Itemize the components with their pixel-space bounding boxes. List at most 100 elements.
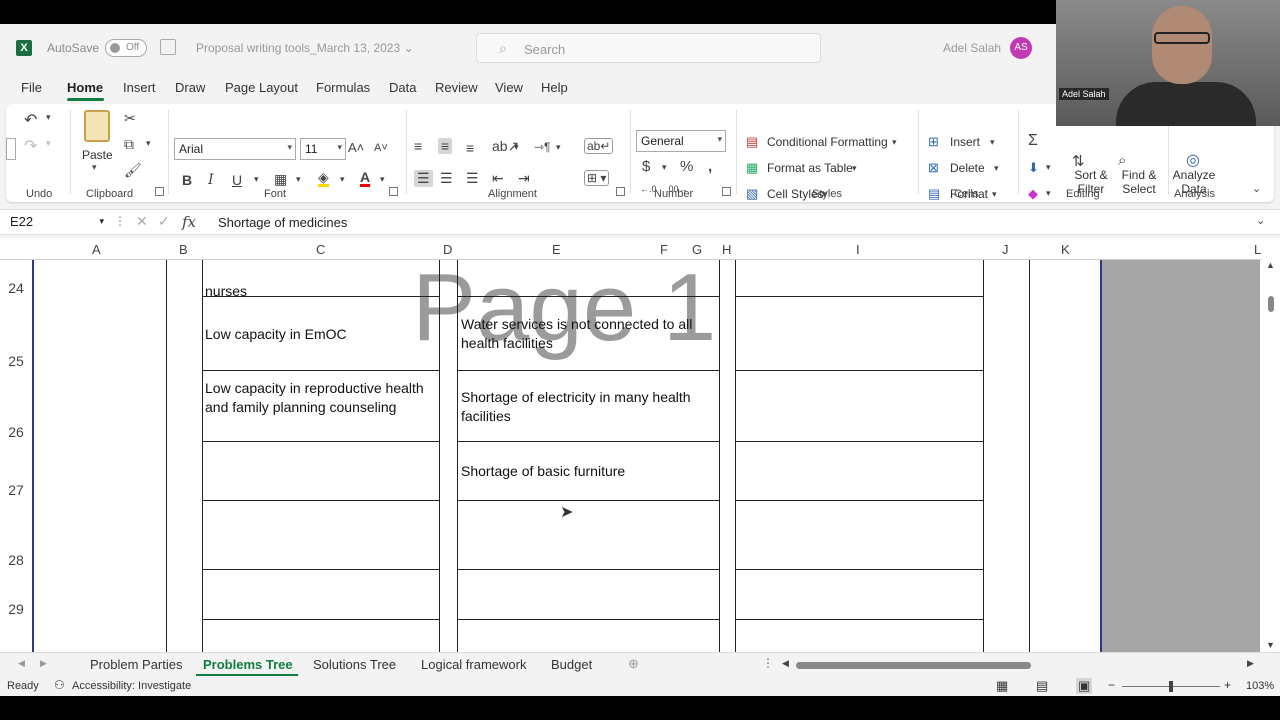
row-header-25[interactable]: 25 xyxy=(0,353,32,369)
chevron-down-icon[interactable]: ▾ xyxy=(992,189,997,200)
normal-view-icon[interactable]: ▦ xyxy=(996,678,1008,694)
align-top-icon[interactable]: ≡ xyxy=(414,138,422,154)
cut-icon[interactable]: ✂ xyxy=(124,110,136,127)
chevron-down-icon[interactable]: ▾ xyxy=(990,137,995,148)
column-header-c[interactable]: C xyxy=(316,242,325,257)
sheet-tab-solutions-tree[interactable]: Solutions Tree xyxy=(313,657,396,672)
chevron-down-icon[interactable]: ▾ xyxy=(994,163,999,174)
cell-c24[interactable]: nurses xyxy=(205,282,247,296)
increase-indent-icon[interactable]: ⇥ xyxy=(518,170,530,187)
font-size-select[interactable]: 11 ▾ xyxy=(300,138,346,160)
format-painter-icon[interactable]: 🖌 xyxy=(124,162,142,179)
horizontal-scrollbar-thumb[interactable] xyxy=(796,662,1031,669)
paste-icon[interactable] xyxy=(84,110,110,142)
chevron-down-icon[interactable]: ▾ xyxy=(852,163,857,174)
tab-draw[interactable]: Draw xyxy=(175,80,205,95)
font-launcher-icon[interactable] xyxy=(389,187,398,196)
accessibility-icon[interactable]: ⚇ xyxy=(54,678,65,692)
number-format-select[interactable]: General ▾ xyxy=(636,130,726,152)
column-header-i[interactable]: I xyxy=(856,242,860,257)
clear-dropdown-icon[interactable]: ▾ xyxy=(1046,188,1051,199)
fill-color-dropdown-icon[interactable]: ▾ xyxy=(340,174,345,185)
align-middle-icon[interactable]: ≡ xyxy=(438,138,453,154)
sheet-tab-problem-parties[interactable]: Problem Parties xyxy=(90,657,182,672)
decrease-indent-icon[interactable]: ⇤ xyxy=(492,170,504,187)
delete-cells-button[interactable]: Delete xyxy=(950,161,985,175)
tab-page-layout[interactable]: Page Layout xyxy=(225,80,298,95)
worksheet-grid[interactable]: A B C D E F G H I J K L 24 25 26 27 28 2… xyxy=(0,238,1280,652)
sheet-tab-problems-tree[interactable]: Problems Tree xyxy=(203,657,293,672)
clipboard-launcher-icon[interactable] xyxy=(155,187,164,196)
document-title[interactable]: Proposal writing tools_March 13, 2023 ⌄ xyxy=(196,41,414,55)
row-header-27[interactable]: 27 xyxy=(0,482,32,498)
wrap-text-icon[interactable]: ab↵ xyxy=(584,138,614,154)
fill-dropdown-icon[interactable]: ▾ xyxy=(1046,162,1051,173)
page-break-preview-icon[interactable]: ▣ xyxy=(1076,678,1093,694)
scrollbar-thumb[interactable] xyxy=(1268,296,1274,312)
scroll-down-icon[interactable]: ▼ xyxy=(1266,640,1275,650)
column-header-h[interactable]: H xyxy=(722,242,731,257)
cell-e27[interactable]: Shortage of basic furniture xyxy=(461,462,719,481)
zoom-slider-thumb[interactable] xyxy=(1169,681,1173,692)
column-header-k[interactable]: K xyxy=(1061,242,1070,257)
sheet-tab-budget[interactable]: Budget xyxy=(551,657,592,672)
align-center-icon[interactable]: ☰ xyxy=(440,170,453,187)
scroll-up-icon[interactable]: ▲ xyxy=(1266,260,1275,270)
insert-cells-button[interactable]: Insert xyxy=(950,135,980,149)
tab-home[interactable]: Home xyxy=(67,80,103,95)
more-sheets-icon[interactable]: ⋮ xyxy=(762,656,774,670)
column-header-l[interactable]: L xyxy=(1254,242,1261,257)
align-right-icon[interactable]: ☰ xyxy=(466,170,479,187)
scroll-left-icon[interactable]: ◀ xyxy=(782,658,789,669)
cell-c25[interactable]: Low capacity in EmOC xyxy=(205,325,435,344)
autosum-icon[interactable]: Σ xyxy=(1028,132,1038,150)
decrease-font-size-icon[interactable]: A˅ xyxy=(374,142,388,154)
copy-dropdown-icon[interactable]: ▾ xyxy=(146,138,151,149)
tab-review[interactable]: Review xyxy=(435,80,478,95)
bold-icon[interactable]: B xyxy=(182,172,192,188)
row-header-28[interactable]: 28 xyxy=(0,552,32,568)
add-sheet-icon[interactable]: ⊕ xyxy=(628,656,639,672)
text-direction-dropdown-icon[interactable]: ▾ xyxy=(556,142,561,153)
accessibility-button[interactable]: Accessibility: Investigate xyxy=(72,680,191,692)
merge-center-icon[interactable]: ⊞ ▾ xyxy=(584,170,610,186)
orientation-dropdown-icon[interactable]: ▾ xyxy=(514,142,519,153)
text-direction-icon[interactable]: ⇾¶ xyxy=(534,140,551,154)
cell-c26[interactable]: Low capacity in reproductive health and … xyxy=(205,379,435,417)
row-header-26[interactable]: 26 xyxy=(0,424,32,440)
format-as-table-button[interactable]: Format as Table xyxy=(767,161,853,175)
expand-formula-bar-icon[interactable]: ⌄ xyxy=(1256,214,1265,227)
underline-icon[interactable]: U xyxy=(232,172,242,188)
tab-data[interactable]: Data xyxy=(389,80,416,95)
formula-input[interactable]: Shortage of medicines xyxy=(218,215,347,230)
column-header-j[interactable]: J xyxy=(1002,242,1009,257)
number-launcher-icon[interactable] xyxy=(722,187,731,196)
underline-dropdown-icon[interactable]: ▾ xyxy=(254,174,259,185)
fill-color-icon[interactable]: ◈ xyxy=(318,170,329,187)
column-header-a[interactable]: A xyxy=(92,242,101,257)
increase-font-size-icon[interactable]: A˄ xyxy=(348,140,364,155)
zoom-out-icon[interactable]: − xyxy=(1108,678,1115,692)
font-color-dropdown-icon[interactable]: ▾ xyxy=(380,174,385,185)
cancel-icon[interactable]: ✕ xyxy=(136,213,148,230)
percent-icon[interactable]: % xyxy=(680,158,693,175)
next-sheet-icon[interactable]: ▶ xyxy=(40,658,47,669)
borders-dropdown-icon[interactable]: ▾ xyxy=(296,174,301,185)
avatar[interactable]: AS xyxy=(1010,37,1032,59)
undo-dropdown-icon[interactable]: ▾ xyxy=(46,112,51,123)
clear-icon[interactable]: ◆ xyxy=(1028,186,1038,202)
row-header-24[interactable]: 24 xyxy=(0,280,32,296)
font-color-icon[interactable]: A xyxy=(360,170,371,187)
paste-button[interactable]: Paste xyxy=(82,148,113,162)
tab-file[interactable]: File xyxy=(21,80,42,95)
more-icon[interactable]: ⋮ xyxy=(114,214,126,228)
conditional-formatting-button[interactable]: Conditional Formatting xyxy=(767,135,888,149)
zoom-in-icon[interactable]: + xyxy=(1224,678,1231,692)
align-left-icon[interactable]: ☰ xyxy=(414,170,433,187)
font-name-select[interactable]: Arial ▾ xyxy=(174,138,296,160)
vertical-scrollbar[interactable]: ▲ ▼ xyxy=(1262,260,1280,652)
redo-icon[interactable]: ↷ xyxy=(24,136,37,156)
enter-icon[interactable]: ✓ xyxy=(158,213,170,230)
tab-help[interactable]: Help xyxy=(541,80,568,95)
zoom-level[interactable]: 103% xyxy=(1246,680,1274,692)
